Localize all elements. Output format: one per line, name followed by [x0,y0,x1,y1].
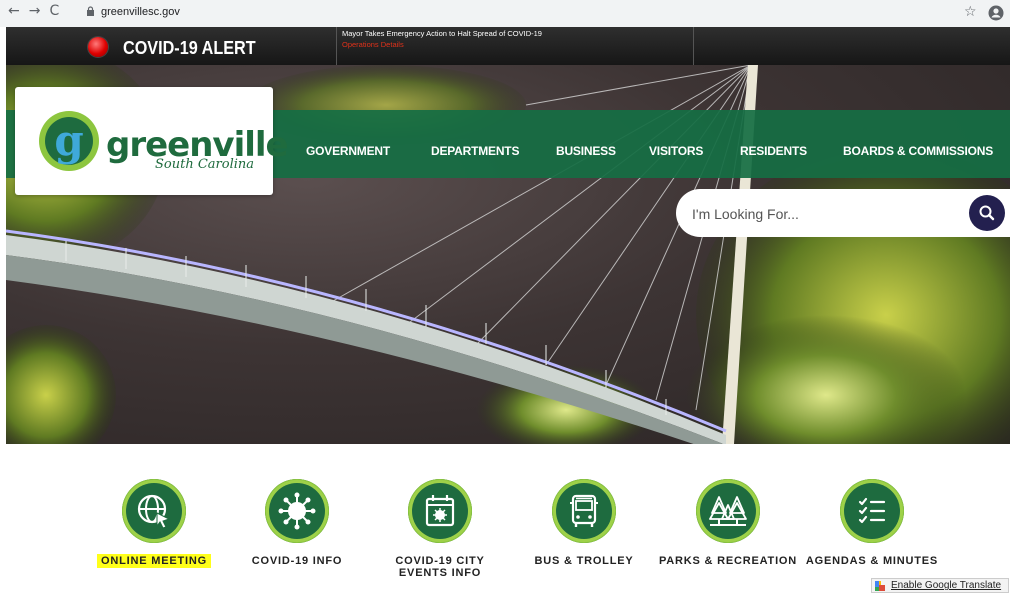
site-search [676,189,1010,239]
divider [336,27,337,65]
reload-icon[interactable]: C [49,3,68,19]
quicklink-label: COVID-19 CITY EVENTS INFO [395,555,485,579]
nav-boards-commissions[interactable]: BOARDS & COMMISSIONS [843,144,993,158]
search-button[interactable] [969,195,1005,231]
quicklink-label: BUS & TROLLEY [534,555,634,567]
browser-nav-buttons: ←→C [8,3,68,19]
enable-translate-link[interactable]: Enable Google Translate [891,580,1001,591]
svg-text:g: g [54,116,83,165]
operations-details-link[interactable]: Operations Details [342,40,404,49]
g-swirl-logo-icon: g [39,111,99,171]
trees-icon [709,496,747,526]
search-icon [979,205,995,221]
browser-toolbar: ←→C greenvillesc.gov ☆ [0,0,1010,27]
nav-government[interactable]: GOVERNMENT [306,144,390,158]
nav-departments[interactable]: DEPARTMENTS [431,144,519,158]
virus-icon [278,492,316,530]
alert-light-icon [88,37,108,57]
quicklink-label: PARKS & RECREATION [658,555,798,567]
forward-arrow-icon[interactable]: → [29,3,50,19]
quicklink-label: AGENDAS & MINUTES [805,555,939,567]
google-translate-widget[interactable]: Enable Google Translate [871,578,1009,593]
calendar-virus-icon [425,495,455,527]
bus-icon [570,494,598,527]
address-bar[interactable]: greenvillesc.gov [101,6,180,18]
checklist-icon [858,497,886,524]
divider [693,27,694,65]
nav-residents[interactable]: RESIDENTS [740,144,807,158]
nav-visitors[interactable]: VISITORS [649,144,703,158]
google-translate-icon [875,581,885,591]
alert-title[interactable]: COVID-19 ALERT [123,38,256,59]
back-arrow-icon[interactable]: ← [8,3,29,19]
alert-headline[interactable]: Mayor Takes Emergency Action to Halt Spr… [342,29,542,38]
profile-icon[interactable] [988,5,1004,21]
covid-alert-bar: COVID-19 ALERT Mayor Takes Emergency Act… [6,27,1010,65]
lock-icon [87,6,94,16]
greenville-logo[interactable]: g greenville South Carolina [15,87,289,195]
quicklink-label: ONLINE MEETING [97,554,211,568]
bookmark-star-icon[interactable]: ☆ [964,4,977,20]
search-input[interactable] [690,189,964,239]
globe-cursor-icon [137,494,171,529]
quicklink-label: COVID-19 INFO [251,555,343,567]
nav-business[interactable]: BUSINESS [556,144,616,158]
logo-tagline: South Carolina [155,157,255,172]
